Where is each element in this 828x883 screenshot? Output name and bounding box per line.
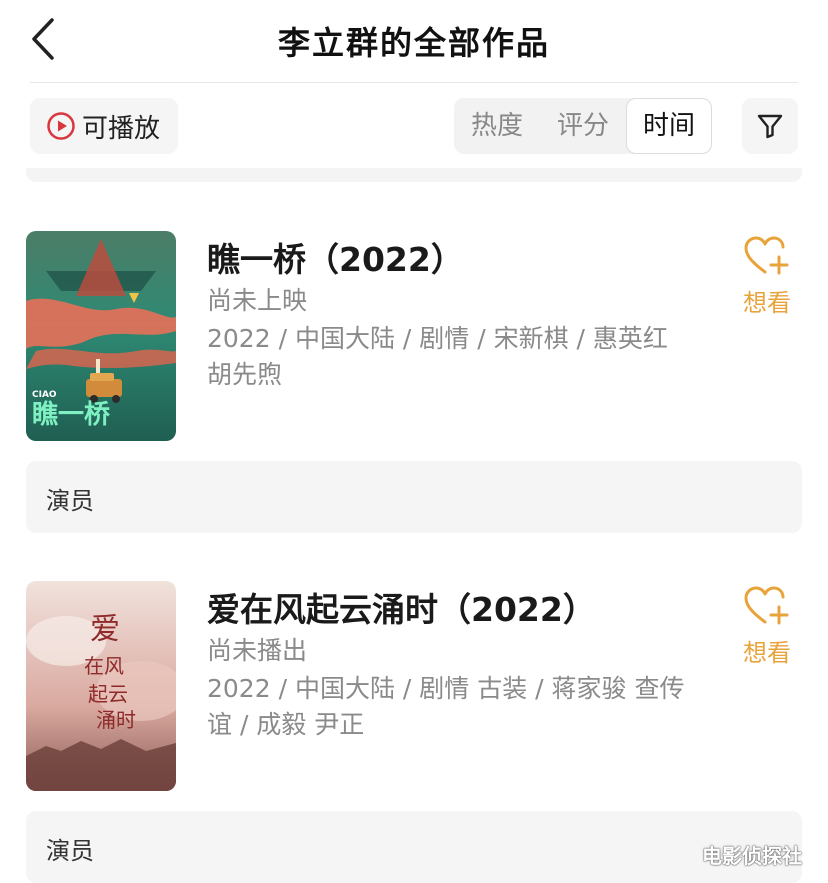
play-circle-icon <box>47 112 75 140</box>
role-bar: 演员 <box>26 811 802 883</box>
poster-title-char-1: 爱 <box>90 612 120 647</box>
want-label: 想看 <box>743 639 791 667</box>
header-divider <box>30 82 798 83</box>
role-bar: 演员 <box>26 461 802 533</box>
movie-info: 2022 / 中国大陆 / 剧情 古装 / 蒋家骏 查传谊 / 成毅 尹正 <box>207 674 685 739</box>
poster-title-char-3: 起云 <box>88 682 128 706</box>
movie-poster[interactable]: CIAO 瞧一桥 <box>26 231 176 441</box>
poster-title-char-4: 涌时 <box>96 708 136 732</box>
movie-item: 爱 在风 起云 涌时 爱在风起云涌时（2022） 尚未播出 2022 / 中国大… <box>0 581 828 801</box>
want-label: 想看 <box>743 289 791 317</box>
collapsed-card-edge <box>26 168 802 182</box>
role-label: 演员 <box>46 487 94 515</box>
movie-info: 2022 / 中国大陆 / 剧情 / 宋新棋 / 惠英红 胡先煦 <box>207 324 668 389</box>
want-to-watch-button[interactable]: 想看 <box>736 235 798 318</box>
watermark: 电影侦探社 <box>702 844 802 868</box>
movie-title[interactable]: 瞧一桥（2022） <box>207 233 464 281</box>
filter-button[interactable] <box>742 98 798 154</box>
heart-plus-icon <box>744 236 789 275</box>
playable-filter-button[interactable]: 可播放 <box>30 98 178 154</box>
movie-status: 尚未上映 <box>207 286 308 315</box>
movie-title[interactable]: 爱在风起云涌时（2022） <box>207 583 596 631</box>
want-to-watch-button[interactable]: 想看 <box>736 585 798 668</box>
heart-plus-icon <box>744 586 789 625</box>
header: 李立群的全部作品 <box>0 0 828 82</box>
movie-status: 尚未播出 <box>207 636 308 665</box>
sort-tabs: 热度 评分 时间 <box>454 98 712 154</box>
movie-item: CIAO 瞧一桥 瞧一桥（2022） 尚未上映 2022 / 中国大陆 / 剧情… <box>0 231 828 451</box>
tab-rating[interactable]: 评分 <box>540 98 626 154</box>
tab-time[interactable]: 时间 <box>626 98 712 154</box>
movie-poster[interactable]: 爱 在风 起云 涌时 <box>26 581 176 791</box>
poster-title-char-2: 在风 <box>84 654 124 678</box>
poster-tag: CIAO <box>32 390 57 400</box>
role-label: 演员 <box>46 837 94 865</box>
toolbar: 可播放 热度 评分 时间 <box>0 98 828 156</box>
playable-label: 可播放 <box>82 113 161 144</box>
page-title: 李立群的全部作品 <box>277 24 550 62</box>
tab-popularity[interactable]: 热度 <box>454 98 540 154</box>
filter-icon <box>757 114 783 139</box>
poster-title: 瞧一桥 <box>32 399 111 430</box>
